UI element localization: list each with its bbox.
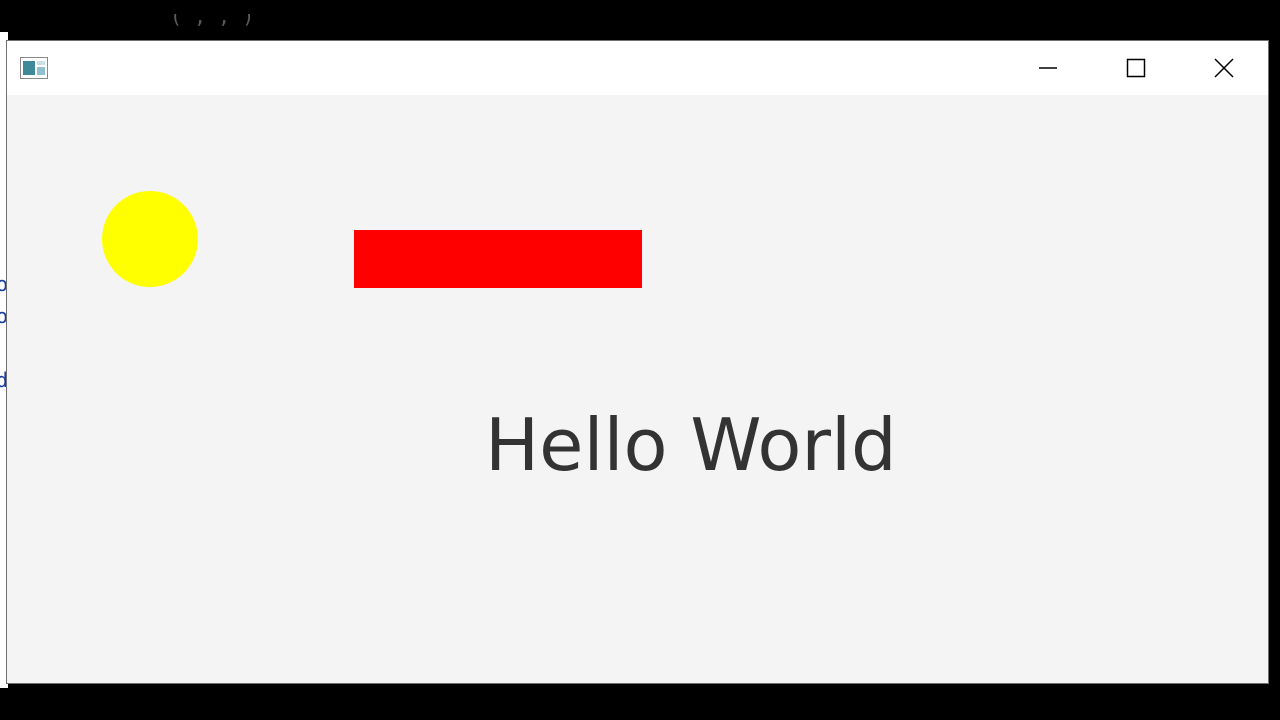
- close-icon: [1214, 58, 1234, 78]
- window-titlebar[interactable]: [7, 41, 1268, 95]
- yellow-circle: [102, 191, 198, 287]
- app-window: Hello World: [6, 40, 1269, 684]
- background-code-fragment: ( , , ): [170, 14, 255, 28]
- maximize-button[interactable]: [1092, 41, 1180, 95]
- minimize-icon: [1039, 67, 1057, 69]
- hello-world-label: Hello World: [485, 403, 897, 487]
- desktop-screen: ( , , ) o o d Hello World: [0, 0, 1280, 720]
- red-rectangle: [354, 230, 642, 288]
- window-canvas: Hello World: [7, 95, 1268, 683]
- app-window-icon: [20, 57, 48, 79]
- maximize-icon: [1126, 58, 1146, 78]
- minimize-button[interactable]: [1004, 41, 1092, 95]
- close-button[interactable]: [1180, 41, 1268, 95]
